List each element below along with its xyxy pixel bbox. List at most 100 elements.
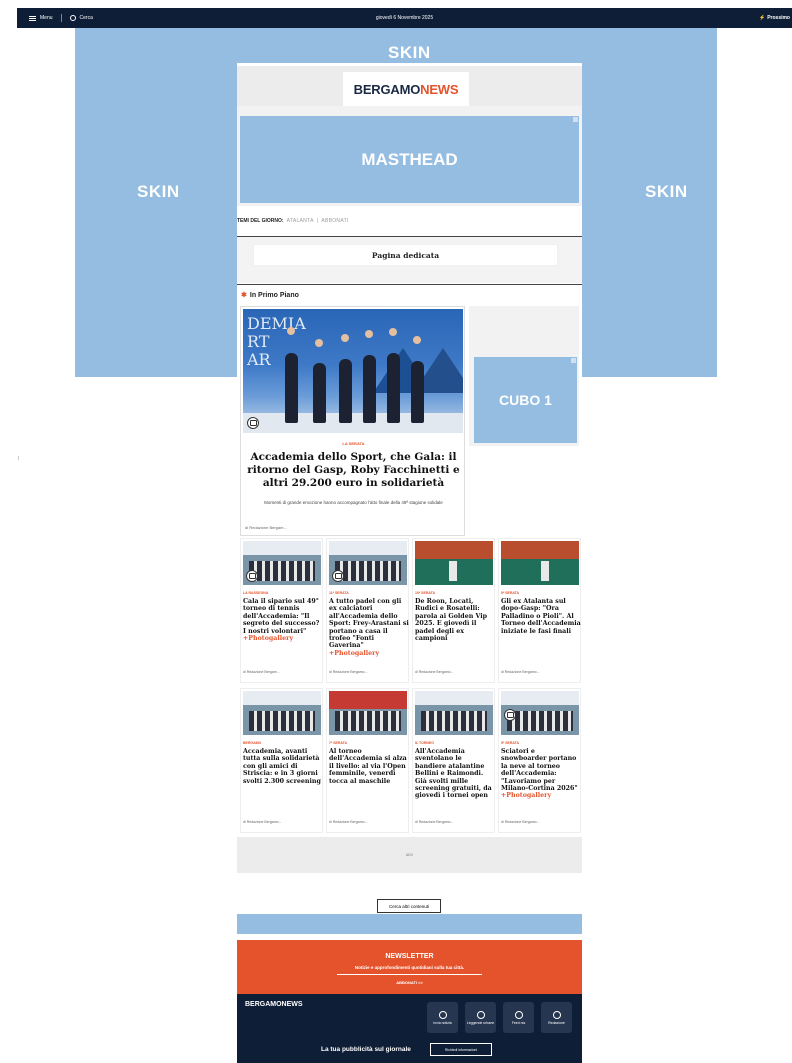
adv-slot[interactable]: ADV: [237, 837, 582, 873]
gallery-icon[interactable]: [246, 570, 258, 582]
more-content-button[interactable]: Cerca altri contenuti: [377, 899, 441, 913]
photogallery-tag[interactable]: +Photogallery: [329, 650, 379, 657]
hero-author[interactable]: di Redazione Bergam...: [245, 525, 287, 530]
article-category[interactable]: 11ª SERATA: [329, 591, 349, 595]
article-title[interactable]: Gli ex Atalanta sul dopo-Gasp: "Ora Pall…: [501, 598, 581, 635]
article-category[interactable]: LA RASSEGNA: [243, 591, 268, 595]
section-divider: [237, 284, 582, 285]
cubo-label: CUBO 1: [499, 392, 552, 408]
article-card[interactable]: IL TORNEO All'Accademia sventolano le ba…: [412, 688, 495, 833]
menu-label[interactable]: Menu: [40, 15, 53, 21]
ad-strip[interactable]: [237, 914, 582, 934]
footer-button-redazione[interactable]: Redazione: [541, 1002, 572, 1033]
article-category[interactable]: 5ª SERATA: [501, 741, 519, 745]
topbar-right-link[interactable]: ⚡ Prossimo: [759, 15, 790, 21]
article-author[interactable]: di Redazione Bergamo...: [501, 670, 540, 674]
article-title-text[interactable]: Gli ex Atalanta sul dopo-Gasp: "Ora Pall…: [501, 598, 581, 635]
article-thumbnail[interactable]: [329, 691, 407, 735]
article-title-text[interactable]: Al torneo dell'Accademia si alza il live…: [329, 748, 407, 785]
article-thumbnail[interactable]: [415, 691, 493, 735]
article-author[interactable]: di Redazione Bergamo...: [415, 670, 454, 674]
article-title-text[interactable]: Sciatori e snowboarder portano la neve a…: [501, 748, 578, 792]
search-label[interactable]: Cerca: [80, 15, 93, 21]
footer-button-leggende[interactable]: Leggende urbane: [465, 1002, 496, 1033]
article-thumbnail[interactable]: [415, 541, 493, 585]
article-card[interactable]: LA RASSEGNA Cala il sipario sul 49° torn…: [240, 538, 323, 683]
article-thumbnail[interactable]: [243, 541, 321, 585]
person-head: [341, 334, 349, 342]
article-title-text[interactable]: All'Accademia sventolano le bandiere ata…: [415, 748, 492, 799]
newsletter-divider: [337, 974, 482, 975]
article-author[interactable]: di Redazione Bergamo...: [329, 670, 368, 674]
info-icon: [476, 1010, 485, 1019]
article-title[interactable]: All'Accademia sventolano le bandiere ata…: [415, 748, 495, 800]
footer-button-rss[interactable]: Feed rss: [503, 1002, 534, 1033]
rss-icon: [514, 1010, 523, 1019]
photogallery-tag[interactable]: +Photogallery: [243, 635, 293, 642]
article-title[interactable]: Sciatori e snowboarder portano la neve a…: [501, 748, 581, 800]
menu-icon[interactable]: [29, 15, 36, 21]
person-figure: [411, 361, 424, 423]
primo-piano-label: In Primo Piano: [249, 291, 299, 299]
masthead-ad[interactable]: MASTHEAD: [240, 116, 579, 203]
article-title-text[interactable]: Accademia, avanti tutta sulla solidariet…: [243, 748, 321, 785]
person-figure: [313, 363, 326, 423]
ad-choices-icon[interactable]: [573, 117, 578, 122]
gallery-icon[interactable]: [504, 709, 516, 721]
article-author[interactable]: di Redazione Bergamo...: [501, 820, 540, 824]
article-title[interactable]: De Roon, Locati, Rudici e Rosatelli: par…: [415, 598, 495, 642]
article-category[interactable]: 7ª SERATA: [329, 741, 347, 745]
article-title-text[interactable]: A tutto padel con gli ex calciatori all'…: [329, 598, 409, 649]
dedicated-page-link[interactable]: Pagina dedicata: [253, 244, 558, 266]
article-thumbnail[interactable]: [329, 541, 407, 585]
topic-tag-atalanta[interactable]: ATALANTA: [287, 218, 314, 224]
article-category[interactable]: 10ª SERATA: [415, 591, 435, 595]
footer-button-label: Leggende urbane: [466, 1020, 495, 1025]
phone-icon: [552, 1010, 561, 1019]
article-title[interactable]: Accademia, avanti tutta sulla solidariet…: [243, 748, 323, 785]
article-author[interactable]: di Redazione Bergamo...: [415, 820, 454, 824]
person-head: [315, 339, 323, 347]
article-title[interactable]: Cala il sipario sul 49° torneo di tennis…: [243, 598, 323, 642]
topics-label: TEMI DEL GIORNO:: [237, 218, 284, 224]
hero-category[interactable]: LA SERATA: [241, 441, 466, 446]
article-card[interactable]: 7ª SERATA Al torneo dell'Accademia si al…: [326, 688, 409, 833]
article-category[interactable]: IL TORNEO: [415, 741, 434, 745]
article-thumbnail[interactable]: [501, 691, 579, 735]
article-card[interactable]: 9ª SERATA Gli ex Atalanta sul dopo-Gasp:…: [498, 538, 581, 683]
article-author[interactable]: di Redazione Bergam...: [243, 670, 280, 674]
article-card[interactable]: BERGAMO Accademia, avanti tutta sulla so…: [240, 688, 323, 833]
newsletter-subscribe-link[interactable]: ABBONATI >>: [237, 980, 582, 985]
article-title-text[interactable]: De Roon, Locati, Rudici e Rosatelli: par…: [415, 598, 487, 642]
hero-photo[interactable]: DEMIA RT AR: [243, 309, 463, 433]
gallery-icon[interactable]: [332, 570, 344, 582]
ad-choices-icon[interactable]: [571, 358, 576, 363]
gallery-icon[interactable]: [247, 417, 259, 429]
masthead-label: MASTHEAD: [361, 149, 458, 169]
request-info-button[interactable]: Richiedi informazioni: [430, 1043, 492, 1056]
article-thumbnail[interactable]: [501, 541, 579, 585]
photogallery-tag[interactable]: +Photogallery: [501, 792, 551, 799]
send-icon: [438, 1010, 447, 1019]
article-category[interactable]: BERGAMO: [243, 741, 261, 745]
article-card[interactable]: 11ª SERATA A tutto padel con gli ex calc…: [326, 538, 409, 683]
hero-title[interactable]: Accademia dello Sport, che Gala: il rito…: [246, 451, 461, 490]
article-card[interactable]: 5ª SERATA Sciatori e snowboarder portano…: [498, 688, 581, 833]
hero-article-card[interactable]: DEMIA RT AR LA SERATA Accademia dello Sp…: [240, 306, 465, 536]
article-thumbnail[interactable]: [243, 691, 321, 735]
article-author[interactable]: di Redazione Bergamo...: [243, 820, 282, 824]
search-icon[interactable]: [69, 15, 76, 21]
topic-tag-abbonati[interactable]: ABBONATI: [321, 218, 348, 224]
article-title[interactable]: Al torneo dell'Accademia si alza il live…: [329, 748, 409, 785]
footer-button-invia-notizia[interactable]: Invia notizia: [427, 1002, 458, 1033]
cubo-ad[interactable]: CUBO 1: [474, 357, 577, 443]
article-title-text[interactable]: Cala il sipario sul 49° torneo di tennis…: [243, 598, 319, 635]
topbar-right-label[interactable]: Prossimo: [767, 15, 790, 21]
article-category[interactable]: 9ª SERATA: [501, 591, 519, 595]
person-head: [389, 328, 397, 336]
article-author[interactable]: di Redazione Bergamo...: [329, 820, 368, 824]
article-title[interactable]: A tutto padel con gli ex calciatori all'…: [329, 598, 409, 657]
article-card[interactable]: 10ª SERATA De Roon, Locati, Rudici e Ros…: [412, 538, 495, 683]
site-logo[interactable]: BERGAMO NEWS: [343, 72, 469, 106]
footer-brand[interactable]: BERGAMONEWS: [245, 1001, 303, 1008]
